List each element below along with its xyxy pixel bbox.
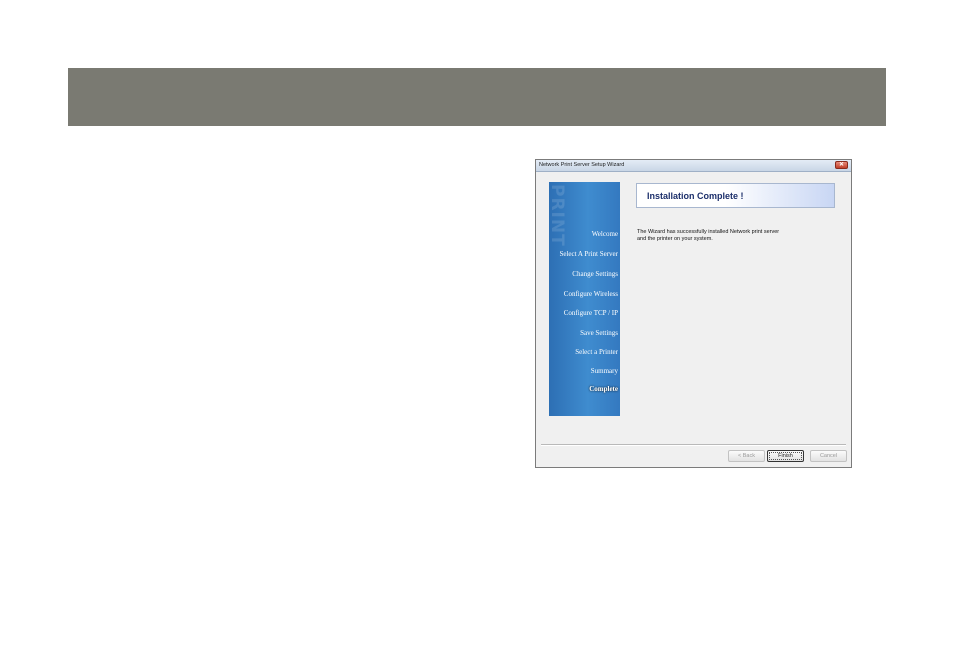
step-select-print-server: Select A Print Server <box>559 250 618 258</box>
step-configure-wireless: Configure Wireless <box>563 290 618 298</box>
step-welcome: Welcome <box>591 230 618 238</box>
setup-wizard-window: Network Print Server Setup Wizard ✕ PRIN… <box>535 159 852 468</box>
step-complete: Complete <box>589 385 618 393</box>
window-titlebar[interactable]: Network Print Server Setup Wizard ✕ <box>536 160 851 172</box>
step-select-printer: Select a Printer <box>575 348 618 356</box>
step-change-settings: Change Settings <box>572 270 618 278</box>
window-title: Network Print Server Setup Wizard <box>539 162 625 168</box>
header-panel: Installation Complete ! <box>636 183 835 208</box>
step-save-settings: Save Settings <box>580 329 618 337</box>
top-banner <box>68 68 886 126</box>
close-icon[interactable]: ✕ <box>835 161 848 169</box>
step-configure-tcp-ip: Configure TCP / IP <box>563 309 618 317</box>
back-button[interactable]: < Back <box>728 450 765 462</box>
wizard-steps-panel: PRINT Welcome Select A Print Server Chan… <box>549 182 620 416</box>
footer-separator <box>541 444 846 446</box>
completion-message: The Wizard has successfully installed Ne… <box>637 229 827 243</box>
cancel-button[interactable]: Cancel <box>810 450 847 462</box>
step-summary: Summary <box>590 367 618 375</box>
message-line-1: The Wizard has successfully installed Ne… <box>637 229 780 235</box>
finish-button[interactable]: Finish <box>767 450 804 462</box>
message-line-2: and the printer on your system. <box>637 236 713 242</box>
page-title: Installation Complete ! <box>647 191 744 201</box>
